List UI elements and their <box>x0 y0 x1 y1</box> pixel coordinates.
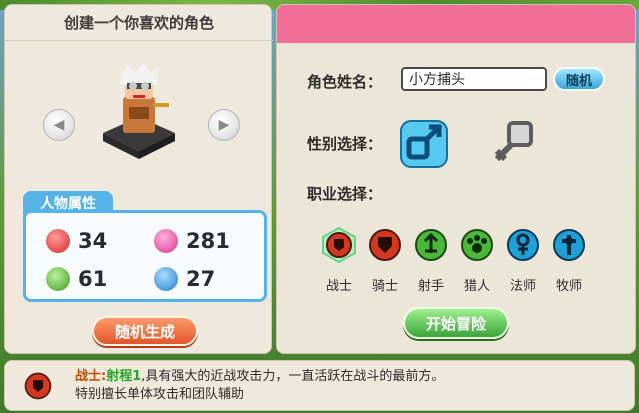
chevron-right-icon: ▶ <box>218 117 230 133</box>
character-avatar <box>103 63 175 159</box>
start-adventure-button[interactable]: 开始冒险 <box>403 307 509 339</box>
class-description-text: 战士:射程1,具有强大的近战攻击力，一直活跃在战斗的最前方。 特别擅长单体攻击和… <box>75 368 625 404</box>
description-line1: ,具有强大的近战攻击力，一直活跃在战斗的最前方。 <box>141 369 445 384</box>
description-range: 射程1 <box>106 369 142 384</box>
class-description-panel: 战士:射程1,具有强大的近战攻击力，一直活跃在战斗的最前方。 特别擅长单体攻击和… <box>4 360 635 411</box>
job-label: 职业选择： <box>307 185 383 203</box>
panel-title: 创建一个你喜欢的角色 <box>5 5 273 41</box>
job-label-warrior: 战士 <box>325 279 352 294</box>
female-icon[interactable] <box>489 119 539 169</box>
mage-icon[interactable] <box>505 227 541 263</box>
job-label-priest: 牧师 <box>555 279 582 294</box>
attribute-defense: 27 <box>152 265 215 293</box>
attribute-agility: 61 <box>44 265 107 293</box>
attack-icon <box>44 227 72 255</box>
defense-icon <box>152 265 180 293</box>
job-label-hunter: 猎人 <box>463 279 490 294</box>
hunter-icon[interactable] <box>459 227 495 263</box>
attribute-attack: 34 <box>44 227 107 255</box>
job-label-archer: 射手 <box>417 279 444 294</box>
description-line2: 特别擅长单体攻击和团队辅助 <box>75 387 245 402</box>
character-preview-panel: 创建一个你喜欢的角色 ◀ ▶ 人物属性 34 281 61 27 随机生成 <box>4 4 273 354</box>
knight-icon[interactable] <box>367 227 403 263</box>
panel-header-bar <box>277 5 635 43</box>
archer-icon[interactable] <box>413 227 449 263</box>
chevron-left-icon: ◀ <box>53 117 65 133</box>
random-generate-button[interactable]: 随机生成 <box>92 316 198 346</box>
character-form-panel: 角色姓名： 随机 性别选择： 职业选择： 战 <box>276 4 636 354</box>
description-class-name: 战士: <box>75 369 107 384</box>
name-label: 角色姓名： <box>307 73 383 91</box>
prev-appearance-button[interactable]: ◀ <box>43 109 75 141</box>
job-label-knight: 骑士 <box>371 279 398 294</box>
attributes-box: 34 281 61 27 <box>23 210 267 302</box>
attribute-health: 281 <box>152 227 230 255</box>
job-label-mage: 法师 <box>509 279 536 294</box>
warrior-icon[interactable] <box>321 227 357 263</box>
heart-icon <box>152 227 180 255</box>
next-appearance-button[interactable]: ▶ <box>208 109 240 141</box>
warrior-icon <box>24 372 52 400</box>
gender-label: 性别选择： <box>307 135 383 153</box>
agility-icon <box>44 265 72 293</box>
random-name-button[interactable]: 随机 <box>553 67 605 91</box>
priest-icon[interactable] <box>551 227 587 263</box>
name-input[interactable] <box>401 67 547 91</box>
male-icon[interactable] <box>399 119 449 169</box>
